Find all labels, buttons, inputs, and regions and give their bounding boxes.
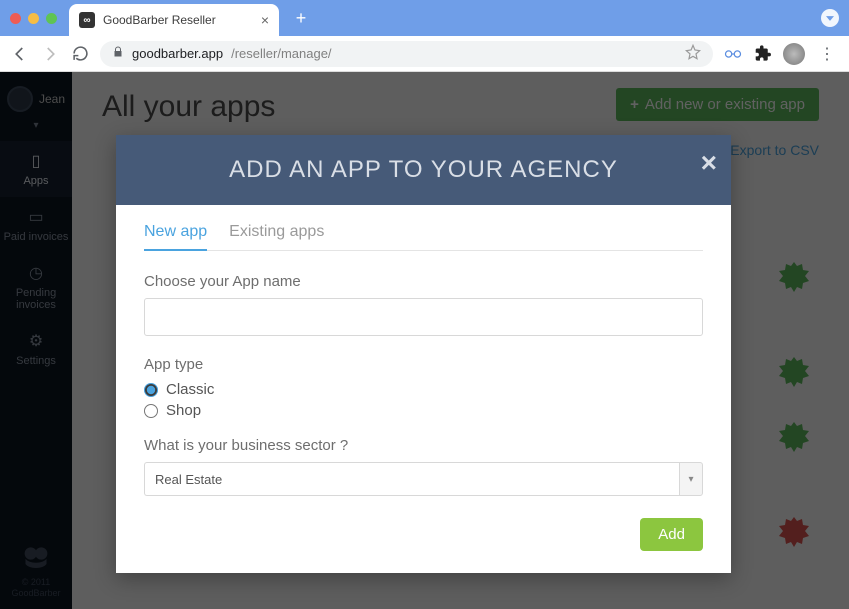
lock-icon (112, 46, 124, 61)
tabs-menu-icon[interactable] (821, 9, 839, 27)
extensions-icon[interactable] (753, 44, 773, 64)
modal-title: ADD AN APP TO YOUR AGENCY (229, 156, 618, 184)
url-domain: goodbarber.app (132, 46, 223, 61)
app-type-radios: Classic Shop (144, 381, 703, 419)
bookmark-star-icon[interactable] (685, 44, 701, 63)
browser-toolbar: goodbarber.app/reseller/manage/ ⋮ (0, 36, 849, 72)
radio-shop-label: Shop (166, 402, 201, 419)
browser-menu-icon[interactable]: ⋮ (815, 44, 839, 64)
back-button[interactable] (10, 44, 30, 64)
modal-body: New app Existing apps Choose your App na… (116, 205, 731, 573)
maximize-window-icon[interactable] (46, 13, 57, 24)
tab-favicon-icon: ∞ (79, 12, 95, 28)
sector-label: What is your business sector ? (144, 437, 703, 454)
browser-tab[interactable]: ∞ GoodBarber Reseller × (69, 4, 279, 36)
modal-close-icon[interactable]: × (701, 147, 717, 179)
radio-classic-input[interactable] (144, 383, 158, 397)
close-window-icon[interactable] (10, 13, 21, 24)
radio-shop-input[interactable] (144, 404, 158, 418)
window-controls (10, 13, 57, 24)
app-type-label: App type (144, 356, 703, 373)
sector-select[interactable]: Real Estate ▾ (144, 462, 703, 496)
radio-shop[interactable]: Shop (144, 402, 703, 419)
url-path: /reseller/manage/ (231, 46, 331, 61)
sector-dropdown-icon[interactable]: ▾ (679, 462, 703, 496)
tab-close-icon[interactable]: × (261, 12, 269, 28)
tab-title: GoodBarber Reseller (103, 13, 253, 27)
reload-button[interactable] (70, 44, 90, 64)
new-tab-button[interactable]: + (289, 6, 313, 30)
browser-tab-strip: ∞ GoodBarber Reseller × + (0, 0, 849, 36)
link-eye-icon[interactable] (723, 44, 743, 64)
tab-existing-apps[interactable]: Existing apps (229, 223, 324, 250)
sector-select-value: Real Estate (144, 462, 679, 496)
add-app-modal: ADD AN APP TO YOUR AGENCY × New app Exis… (116, 135, 731, 573)
modal-header: ADD AN APP TO YOUR AGENCY × (116, 135, 731, 205)
app-name-input[interactable] (144, 298, 703, 336)
forward-button[interactable] (40, 44, 60, 64)
app-name-label: Choose your App name (144, 273, 703, 290)
modal-add-button[interactable]: Add (640, 518, 703, 551)
profile-avatar[interactable] (783, 43, 805, 65)
radio-classic[interactable]: Classic (144, 381, 703, 398)
tab-new-app[interactable]: New app (144, 223, 207, 251)
address-bar[interactable]: goodbarber.app/reseller/manage/ (100, 41, 713, 67)
minimize-window-icon[interactable] (28, 13, 39, 24)
modal-tabs: New app Existing apps (144, 223, 703, 251)
radio-classic-label: Classic (166, 381, 214, 398)
